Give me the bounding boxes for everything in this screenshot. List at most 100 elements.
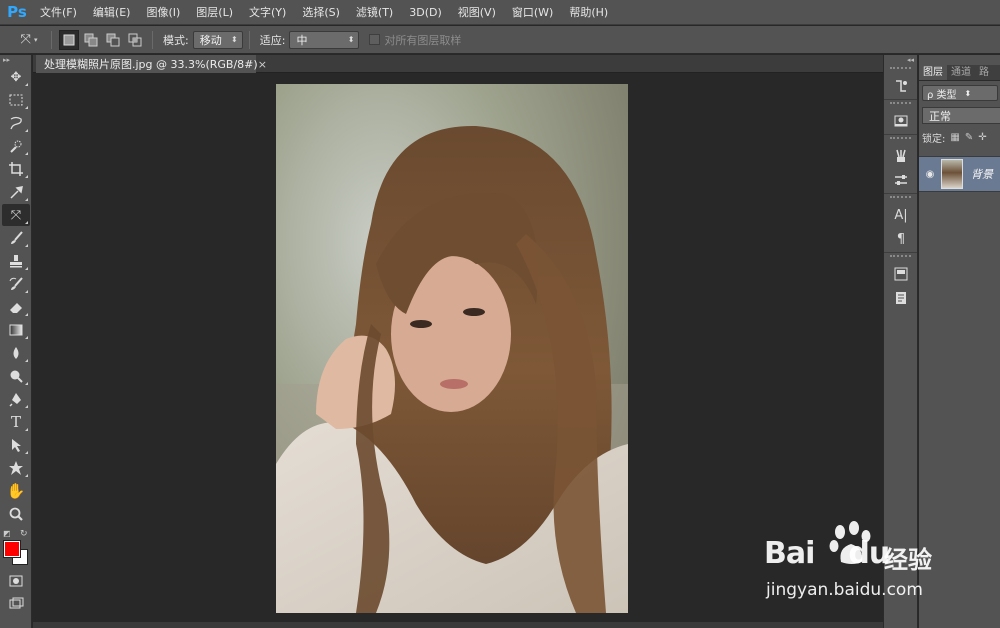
sample-all-checkbox[interactable] [369, 34, 381, 45]
add-selection-button[interactable] [81, 30, 101, 50]
eyedropper-tool[interactable] [2, 181, 30, 203]
swap-colors-icon[interactable]: ↻ [20, 529, 28, 539]
gradient-tool[interactable] [2, 319, 30, 341]
tool-preset-picker[interactable]: ⤧ ▾ [14, 30, 44, 50]
properties-icon [894, 115, 908, 127]
shape-tool[interactable] [2, 457, 30, 479]
lasso-tool[interactable] [2, 112, 30, 134]
adapt-select[interactable]: 中 ⬍ [289, 30, 360, 49]
mode-select[interactable]: 移动 ⬍ [192, 30, 243, 49]
paragraph-icon: ¶ [896, 231, 906, 247]
eye-icon[interactable]: ◉ [919, 169, 941, 180]
new-selection-button[interactable] [59, 29, 79, 50]
move-tool[interactable]: ✥ [2, 66, 30, 88]
brush-presets-button[interactable] [888, 145, 914, 167]
tab-paths[interactable]: 路 [975, 65, 993, 80]
path-select-tool[interactable] [2, 434, 30, 456]
menu-type[interactable]: 文字(Y) [241, 0, 294, 25]
content-aware-move-tool[interactable]: ⤧ [2, 204, 30, 226]
history-panel-button[interactable] [888, 75, 914, 97]
menu-view[interactable]: 视图(V) [450, 0, 504, 25]
zoom-icon [9, 507, 23, 521]
menu-file[interactable]: 文件(F) [32, 0, 85, 25]
eyedropper-icon [10, 186, 23, 199]
content-aware-move-icon: ⤧ [20, 32, 31, 47]
lock-transparent-icon[interactable]: ▦ [950, 132, 959, 143]
quick-mask-button[interactable] [2, 570, 30, 592]
adjustments-button[interactable] [888, 169, 914, 191]
swatches-icon [894, 267, 908, 281]
lock-paint-icon[interactable]: ✎ [965, 132, 973, 143]
rect-marquee-icon [9, 94, 23, 106]
sliders-icon [895, 175, 907, 185]
photo-canvas[interactable] [276, 84, 628, 613]
menu-select[interactable]: 选择(S) [294, 0, 348, 25]
history-brush-tool[interactable] [2, 273, 30, 295]
separator [152, 30, 153, 49]
properties-panel-button[interactable] [888, 110, 914, 132]
marquee-tool[interactable] [2, 89, 30, 111]
panel-collapse-icon[interactable]: ◂◂ [884, 55, 917, 67]
hand-icon: ✋ [6, 482, 26, 500]
zoom-tool[interactable] [2, 503, 30, 525]
panel-collapse-icon[interactable]: ▸▸ [0, 55, 31, 65]
lock-move-icon[interactable]: ✛ [978, 132, 986, 143]
portrait-photo [276, 84, 628, 613]
dodge-tool[interactable] [2, 365, 30, 387]
brush-tool[interactable] [2, 227, 30, 249]
canvas-area[interactable] [33, 74, 883, 628]
screen-mode-button[interactable] [2, 593, 30, 615]
menu-image[interactable]: 图像(I) [138, 0, 188, 25]
hand-tool[interactable]: ✋ [2, 480, 30, 502]
paragraph-panel-button[interactable]: ¶ [888, 228, 914, 250]
tab-layers[interactable]: 图层 [919, 65, 947, 80]
options-bar: ⤧ ▾ 模式: 移动 ⬍ 适应: 中 ⬍ 对所有图层取样 [0, 26, 1000, 54]
intersect-selection-button[interactable] [125, 30, 145, 50]
menu-filter[interactable]: 滤镜(T) [348, 0, 401, 25]
document-tab-bar: 处理模糊照片原图.jpg @ 33.3%(RGB/8#) × [33, 55, 883, 73]
layer-filter-select[interactable]: ρ 类型 ⬍ [922, 85, 998, 101]
add-selection-icon [84, 33, 98, 46]
layers-panel-tabs: 图层 通道 路 [919, 65, 1000, 81]
blur-tool[interactable] [2, 342, 30, 364]
menu-window[interactable]: 窗口(W) [504, 0, 561, 25]
ps-logo: Ps [7, 3, 27, 21]
quick-select-icon [10, 140, 22, 153]
document-tab[interactable]: 处理模糊照片原图.jpg @ 33.3%(RGB/8#) × [36, 55, 267, 73]
chevron-down-icon: ▾ [33, 35, 38, 44]
content-aware-move-icon: ⤧ [10, 207, 22, 223]
layer-row-background[interactable]: ◉ 背景 [919, 156, 1000, 192]
status-bar [33, 622, 883, 628]
foreground-color[interactable] [3, 540, 21, 558]
mode-label: 模式: [163, 33, 189, 47]
menu-help[interactable]: 帮助(H) [561, 0, 616, 25]
crop-tool[interactable] [2, 158, 30, 180]
quick-select-tool[interactable] [2, 135, 30, 157]
swatches-panel-button[interactable] [888, 263, 914, 285]
adapt-label: 适应: [259, 33, 286, 47]
eraser-tool[interactable] [2, 296, 30, 318]
menu-edit[interactable]: 编辑(E) [85, 0, 139, 25]
adapt-value: 中 [296, 33, 308, 47]
history-icon [896, 80, 907, 92]
pen-tool[interactable] [2, 388, 30, 410]
quick-mask-icon [9, 575, 23, 587]
screen-mode-icon [9, 597, 24, 609]
gradient-icon [9, 324, 23, 336]
updown-icon: ⬍ [964, 88, 972, 98]
tab-channels[interactable]: 通道 [947, 65, 975, 80]
menu-layer[interactable]: 图层(L) [188, 0, 241, 25]
blur-icon [13, 347, 19, 359]
notes-panel-button[interactable] [888, 287, 914, 309]
blend-mode-select[interactable]: 正常 [922, 107, 1000, 124]
subtract-selection-button[interactable] [103, 30, 123, 50]
brushes-icon [896, 149, 906, 162]
character-panel-button[interactable]: A| [888, 204, 914, 226]
crop-icon [9, 162, 23, 176]
menu-3d[interactable]: 3D(D) [401, 0, 450, 25]
default-colors-icon[interactable]: ◩ [3, 529, 11, 538]
stamp-tool[interactable] [2, 250, 30, 272]
close-icon[interactable]: × [258, 58, 267, 71]
new-selection-icon [63, 34, 75, 45]
type-tool[interactable]: T [2, 411, 30, 433]
